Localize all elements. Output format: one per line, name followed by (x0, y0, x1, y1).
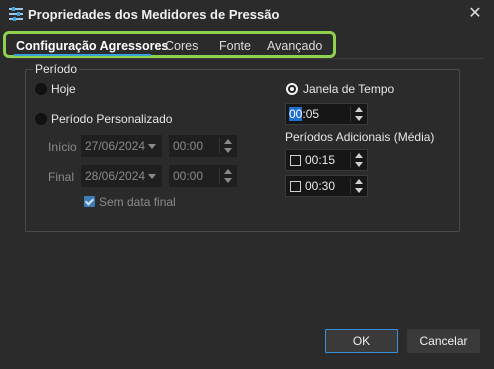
start-date-value: 27/06/2024 (85, 139, 146, 153)
tab-bar-divider (10, 58, 484, 59)
chevron-down-icon (148, 174, 156, 179)
end-time-stepper[interactable]: 00:00 (169, 165, 237, 187)
additional-period-1-checkbox[interactable] (290, 155, 301, 166)
ok-button[interactable]: OK (325, 329, 398, 353)
radio-periodo-personalizado[interactable] (35, 113, 47, 125)
close-button[interactable]: ✕ (466, 5, 484, 23)
additional-periods-label: Períodos Adicionais (Média) (285, 130, 435, 144)
tab-avancado[interactable]: Avançado (267, 39, 322, 53)
spin-arrows-icon[interactable] (351, 150, 367, 170)
start-date-dropdown[interactable]: 27/06/2024 (81, 135, 162, 157)
active-tab-indicator (14, 54, 151, 56)
no-end-date-checkbox[interactable] (84, 196, 95, 207)
window-time-rest: :05 (302, 107, 320, 121)
sliders-icon (8, 6, 24, 22)
spin-arrows-icon[interactable] (220, 166, 236, 186)
end-date-dropdown[interactable]: 28/06/2024 (81, 165, 162, 187)
radio-janela-de-tempo-label: Janela de Tempo (303, 82, 395, 96)
additional-period-2-value: 00:30 (305, 179, 336, 193)
window-title: Propriedades dos Medidores de Pressão (28, 7, 280, 22)
start-label: Início (48, 140, 77, 154)
tab-configuracao-agressores[interactable]: Configuração Agressores (16, 39, 168, 53)
radio-hoje[interactable] (35, 83, 47, 95)
additional-period-2-stepper[interactable]: 00:30 (285, 175, 368, 197)
radio-janela-de-tempo[interactable] (286, 83, 298, 95)
close-icon: ✕ (468, 5, 482, 22)
additional-period-1-value: 00:15 (305, 153, 336, 167)
end-date-value: 28/06/2024 (85, 169, 146, 183)
spin-arrows-icon[interactable] (351, 176, 367, 196)
end-time-value: 00:00 (173, 169, 204, 183)
start-time-stepper[interactable]: 00:00 (169, 135, 237, 157)
radio-periodo-personalizado-label: Período Personalizado (51, 112, 173, 126)
start-time-value: 00:00 (173, 139, 204, 153)
additional-period-1-stepper[interactable]: 00:15 (285, 149, 368, 171)
no-end-date-label: Sem data final (99, 195, 176, 209)
tab-fonte[interactable]: Fonte (219, 39, 251, 53)
end-label: Final (48, 170, 75, 184)
spin-arrows-icon[interactable] (220, 136, 236, 156)
window-time-stepper[interactable]: 00:05 (285, 103, 368, 125)
chevron-down-icon (148, 144, 156, 149)
spin-arrows-icon[interactable] (351, 104, 367, 124)
radio-hoje-label: Hoje (51, 82, 76, 96)
window-time-selected-part: 00 (289, 107, 303, 121)
tab-cores[interactable]: Cores (165, 39, 198, 53)
period-group-title: Período (33, 62, 80, 76)
additional-period-2-checkbox[interactable] (290, 181, 301, 192)
cancel-button[interactable]: Cancelar (407, 329, 480, 353)
